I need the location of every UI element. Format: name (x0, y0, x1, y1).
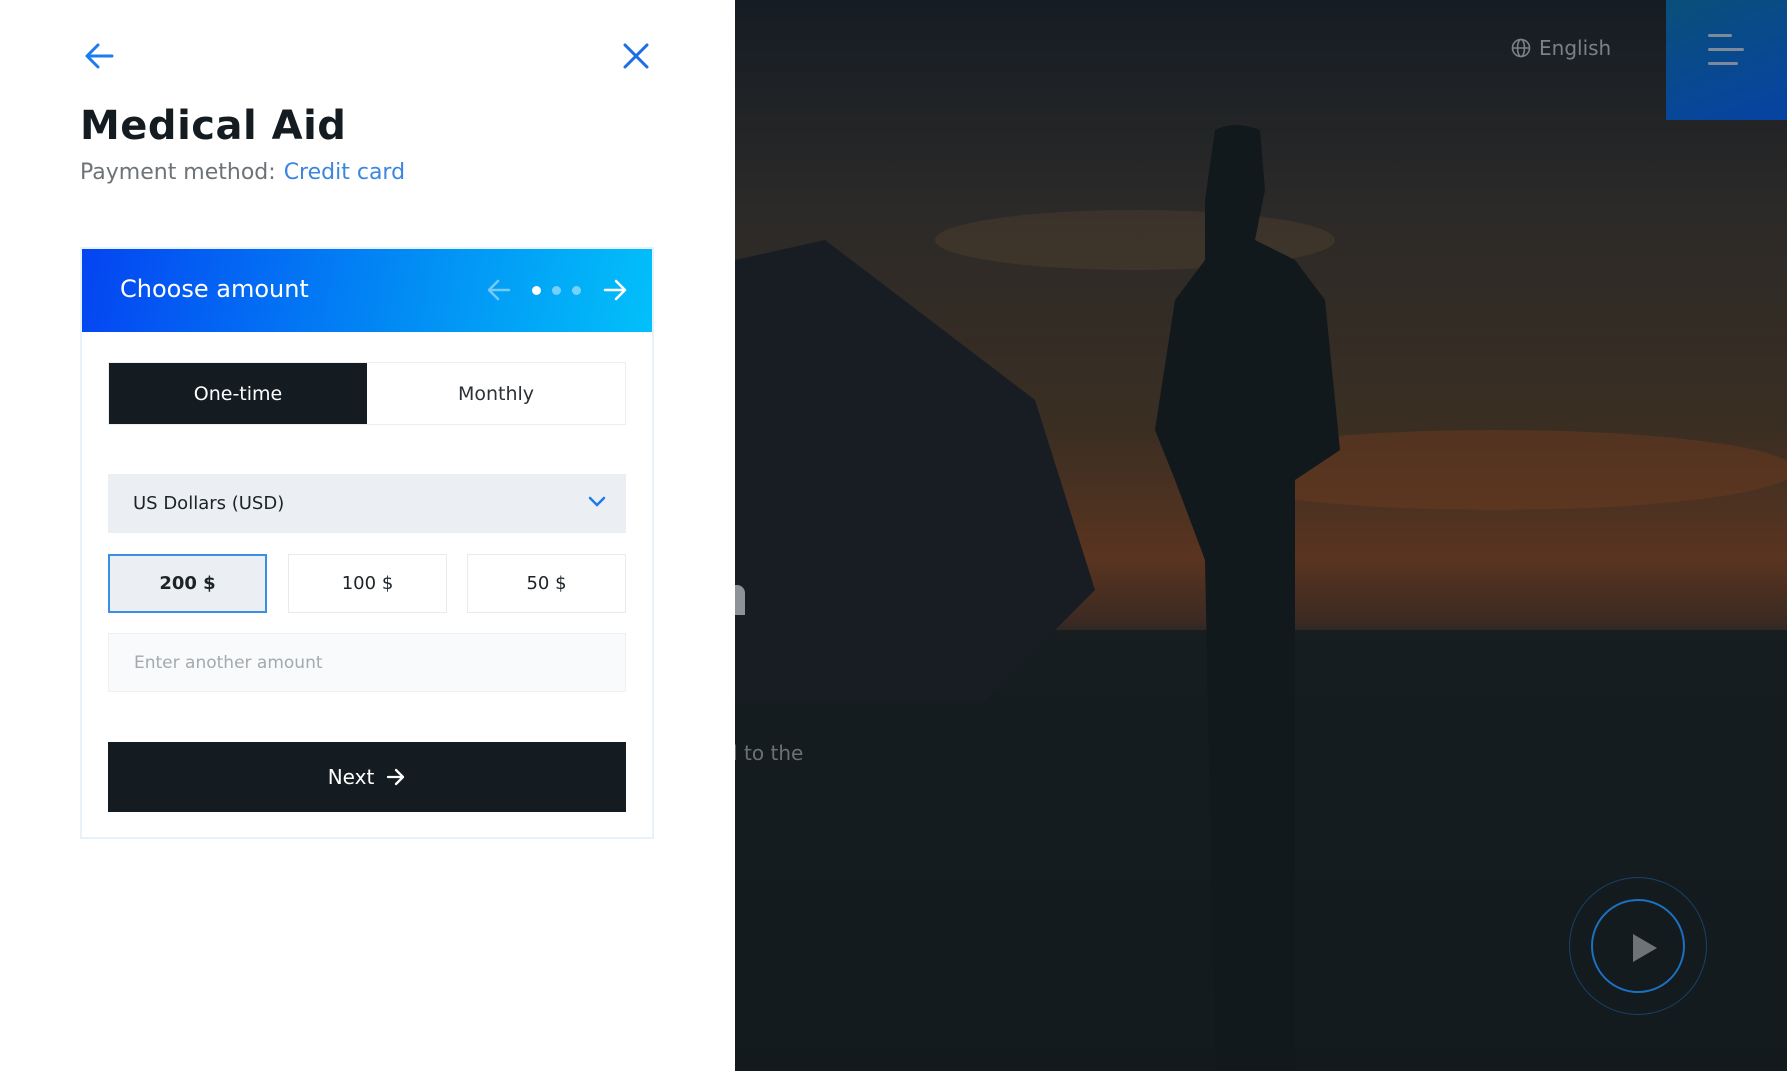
step-dot (552, 286, 561, 295)
next-step-arrow-icon[interactable] (602, 278, 628, 302)
donation-panel: Medical Aid Payment method: Credit card C… (0, 0, 735, 1071)
currency-select[interactable]: US Dollars (USD) (108, 474, 626, 533)
hero-partial-text: d to the (735, 741, 804, 765)
close-button[interactable] (622, 42, 650, 74)
step-indicator (532, 286, 581, 295)
tab-monthly[interactable]: Monthly (367, 363, 625, 424)
globe-icon (1511, 38, 1531, 58)
payment-method-link[interactable]: Credit card (284, 160, 405, 185)
amount-option-50[interactable]: 50 $ (467, 554, 626, 613)
step-dot (572, 286, 581, 295)
close-icon (623, 43, 649, 69)
tab-one-time[interactable]: One-time (109, 363, 367, 424)
other-amount-input[interactable] (108, 633, 626, 692)
chevron-down-icon (588, 496, 606, 507)
card-header: Choose amount (82, 249, 652, 332)
partial-heading-text (735, 585, 745, 615)
payment-method-label: Payment method: (80, 160, 276, 185)
back-button[interactable] (84, 42, 116, 74)
arrow-right-icon (387, 768, 405, 786)
frequency-toggle: One-time Monthly (108, 362, 626, 425)
prev-step-arrow-icon[interactable] (486, 278, 512, 302)
next-label: Next (327, 765, 375, 789)
language-selector[interactable]: English (1511, 36, 1611, 60)
step-dot (532, 286, 541, 295)
amount-card: Choose amount One-time Monthly US Dollar… (80, 247, 654, 839)
hero-background: d to the English (735, 0, 1787, 1071)
next-button[interactable]: Next (108, 742, 626, 812)
page-title: Medical Aid (80, 103, 347, 149)
currency-value: US Dollars (USD) (133, 493, 285, 514)
arrow-left-icon (85, 43, 114, 69)
payment-method: Payment method: Credit card (80, 160, 405, 185)
language-label: English (1539, 36, 1612, 60)
card-title: Choose amount (120, 275, 309, 303)
play-video-button[interactable] (1569, 877, 1707, 1015)
amount-option-200[interactable]: 200 $ (108, 554, 267, 613)
play-icon (1633, 934, 1657, 962)
menu-button[interactable] (1666, 0, 1787, 120)
amount-option-100[interactable]: 100 $ (288, 554, 447, 613)
